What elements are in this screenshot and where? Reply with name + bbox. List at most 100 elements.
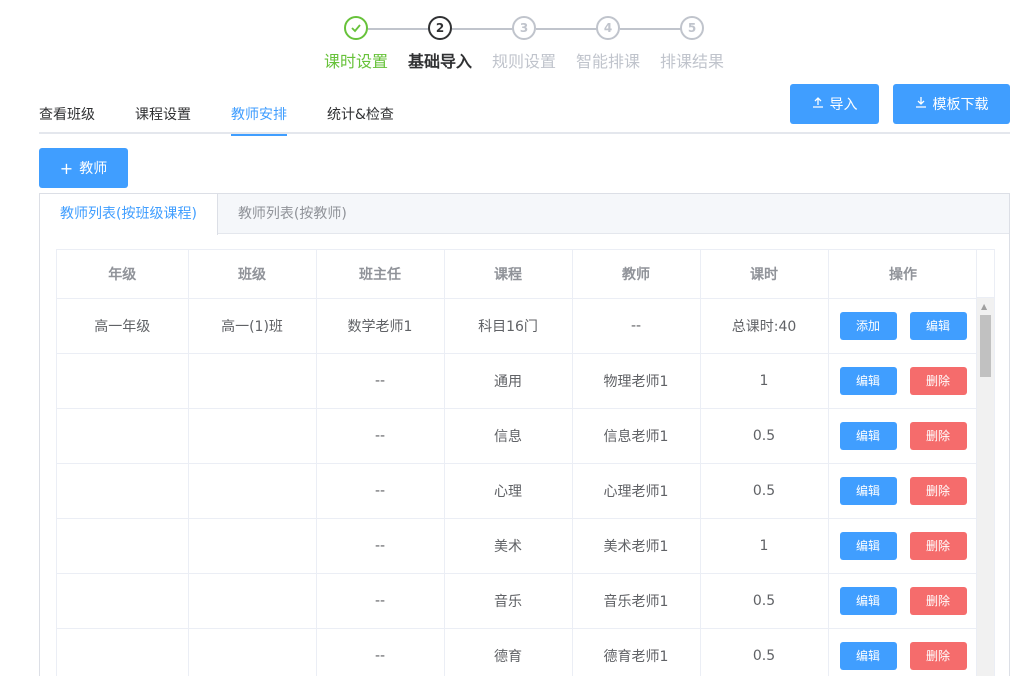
grade-cell	[57, 353, 189, 409]
step-number: 4	[596, 16, 620, 40]
grade-cell: 高一年级	[57, 298, 189, 354]
add-button[interactable]: 添加	[839, 311, 897, 340]
template-download-label: 模板下载	[932, 97, 989, 113]
class-cell	[188, 353, 317, 409]
edit-button[interactable]: 编辑	[839, 476, 897, 505]
head-teacher-cell: --	[316, 408, 445, 464]
edit-button[interactable]: 编辑	[839, 641, 897, 670]
upload-icon	[812, 96, 824, 112]
edit-button[interactable]: 编辑	[839, 586, 897, 615]
head-teacher-cell: --	[316, 628, 445, 676]
teacher-cell: 心理老师1	[572, 463, 701, 519]
table-scrollbar[interactable]: ▲	[976, 250, 994, 676]
edit-button[interactable]: 编辑	[839, 531, 897, 560]
course-cell: 美术	[444, 518, 573, 574]
panel-tabs: 教师列表(按班级课程) 教师列表(按教师)	[40, 194, 1009, 235]
column-header: 课程	[444, 250, 573, 299]
plus-icon: +	[59, 158, 74, 178]
course-cell: 心理	[444, 463, 573, 519]
step-number: 2	[428, 16, 452, 40]
delete-button[interactable]: 删除	[909, 586, 967, 615]
table-row: -- 心理 心理老师1 0.5 编辑 删除	[57, 463, 979, 519]
column-header: 年级	[57, 250, 189, 299]
grade-cell	[57, 628, 189, 676]
import-label: 导入	[829, 97, 858, 113]
table-row: 高一年级 高一(1)班 数学老师1 科目16门 -- 总课时:40 添加 编辑	[57, 298, 979, 354]
teacher-cell: --	[572, 298, 701, 354]
step-label: 智能排课	[575, 52, 640, 71]
add-teacher-label: 教师	[79, 161, 108, 177]
scrollbar-header-gutter	[977, 250, 994, 298]
nav-divider	[39, 132, 1010, 134]
delete-button[interactable]: 删除	[909, 531, 967, 560]
head-teacher-cell: 数学老师1	[316, 298, 445, 354]
teacher-cell: 音乐老师1	[572, 573, 701, 629]
hours-cell: 0.5	[700, 408, 829, 464]
table-row: -- 美术 美术老师1 1 编辑 删除	[57, 518, 979, 574]
download-icon	[915, 96, 927, 112]
template-download-button[interactable]: 模板下载	[893, 84, 1010, 124]
column-header: 班级	[188, 250, 317, 299]
grade-cell	[57, 573, 189, 629]
teacher-cell: 德育老师1	[572, 628, 701, 676]
grade-cell	[57, 463, 189, 519]
hours-cell: 1	[700, 518, 829, 574]
step-label: 课时设置	[323, 52, 388, 71]
head-teacher-cell: --	[316, 353, 445, 409]
table-header-row: 年级 班级 班主任 课程 教师 课时 操作	[57, 250, 979, 299]
class-cell: 高一(1)班	[188, 298, 317, 354]
course-cell: 科目16门	[444, 298, 573, 354]
teacher-cell: 信息老师1	[572, 408, 701, 464]
grade-cell	[57, 408, 189, 464]
delete-button[interactable]: 删除	[909, 421, 967, 450]
actions-cell: 编辑 删除	[828, 573, 979, 629]
teacher-table: 年级 班级 班主任 课程 教师 课时 操作 高一年级 高一(1)班 数学老师1 …	[56, 249, 995, 676]
actions-cell: 添加 编辑	[828, 298, 979, 354]
step-5[interactable]: 5 排课结果	[655, 16, 729, 72]
delete-button[interactable]: 删除	[909, 366, 967, 395]
actions-cell: 编辑 删除	[828, 408, 979, 464]
hours-cell: 0.5	[700, 463, 829, 519]
scrollbar-thumb[interactable]	[980, 315, 991, 377]
teacher-list-panel: 教师列表(按班级课程) 教师列表(按教师) 年级 班级 班主任 课程 教师 课时…	[39, 193, 1010, 676]
step-3[interactable]: 3 规则设置	[487, 16, 561, 72]
class-cell	[188, 573, 317, 629]
table-row: -- 音乐 音乐老师1 0.5 编辑 删除	[57, 573, 979, 629]
delete-button[interactable]: 删除	[909, 476, 967, 505]
import-button[interactable]: 导入	[790, 84, 879, 124]
head-teacher-cell: --	[316, 573, 445, 629]
hours-cell: 总课时:40	[700, 298, 829, 354]
check-icon	[344, 16, 368, 40]
course-cell: 德育	[444, 628, 573, 676]
step-connector	[620, 28, 682, 30]
actions-cell: 编辑 删除	[828, 353, 979, 409]
step-number: 5	[680, 16, 704, 40]
course-cell: 通用	[444, 353, 573, 409]
steps-progress: 课时设置 2 基础导入 3 规则设置 4 智能排课 5 排课结果	[320, 16, 740, 76]
column-header: 课时	[700, 250, 829, 299]
head-teacher-cell: --	[316, 518, 445, 574]
column-header: 教师	[572, 250, 701, 299]
actions-cell: 编辑 删除	[828, 518, 979, 574]
add-teacher-button[interactable]: + 教师	[39, 148, 128, 188]
edit-button[interactable]: 编辑	[909, 311, 967, 340]
head-teacher-cell: --	[316, 463, 445, 519]
edit-button[interactable]: 编辑	[839, 366, 897, 395]
delete-button[interactable]: 删除	[909, 641, 967, 670]
step-connector	[536, 28, 598, 30]
step-connector	[452, 28, 514, 30]
step-2[interactable]: 2 基础导入	[403, 16, 477, 72]
edit-button[interactable]: 编辑	[839, 421, 897, 450]
step-1[interactable]: 课时设置	[319, 16, 393, 72]
tab-by-class-course[interactable]: 教师列表(按班级课程)	[40, 194, 218, 235]
actions-cell: 编辑 删除	[828, 628, 979, 676]
step-4[interactable]: 4 智能排课	[571, 16, 645, 72]
table-row: -- 信息 信息老师1 0.5 编辑 删除	[57, 408, 979, 464]
class-cell	[188, 628, 317, 676]
hours-cell: 0.5	[700, 573, 829, 629]
tab-by-teacher[interactable]: 教师列表(按教师)	[218, 194, 367, 233]
class-cell	[188, 518, 317, 574]
scroll-up-arrow-icon[interactable]: ▲	[981, 302, 987, 311]
column-header: 操作	[828, 250, 979, 299]
class-cell	[188, 408, 317, 464]
